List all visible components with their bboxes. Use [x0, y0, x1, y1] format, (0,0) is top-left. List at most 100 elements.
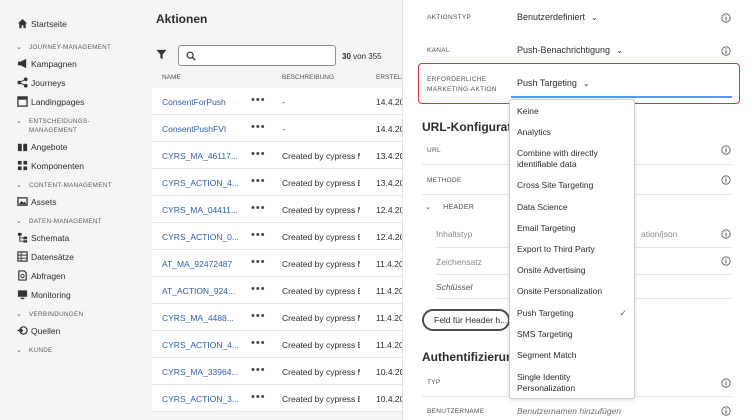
- action-name-link[interactable]: AT_MA_92472487: [162, 259, 244, 269]
- dropdown-option-label: Push Targeting: [517, 308, 574, 318]
- more-actions-button[interactable]: •••: [251, 94, 266, 106]
- marketing-action-picker[interactable]: Push Targeting ⌄: [517, 78, 590, 88]
- offer-icon: [17, 141, 28, 152]
- action-name-link[interactable]: CYRS_MA_33964...: [162, 367, 244, 377]
- more-actions-button[interactable]: •••: [251, 256, 266, 268]
- sidebar-item-landingpages[interactable]: Landingpages: [0, 92, 142, 111]
- more-actions-button[interactable]: •••: [251, 364, 266, 376]
- sidebar-item-assets[interactable]: Assets: [0, 192, 142, 211]
- more-actions-button[interactable]: •••: [251, 202, 266, 214]
- dropdown-option[interactable]: SMS Targeting: [510, 329, 634, 340]
- action-type-label: AKTIONSTYP: [427, 14, 472, 21]
- dropdown-option[interactable]: Onsite Personalization: [510, 286, 634, 297]
- more-actions-button[interactable]: •••: [251, 337, 266, 349]
- sidebar-section-decisioning[interactable]: ⌄ ENTSCHEIDUNGS-MANAGEMENT: [0, 117, 142, 135]
- action-name-link[interactable]: CYRS_ACTION_4...: [162, 178, 244, 188]
- info-icon[interactable]: [721, 175, 731, 185]
- more-actions-button[interactable]: •••: [251, 175, 266, 187]
- dropdown-option[interactable]: Single Identity Personalization: [510, 372, 634, 394]
- dropdown-option[interactable]: Push Targeting ✓: [510, 308, 634, 319]
- sidebar-item-journeys[interactable]: Journeys: [0, 73, 142, 92]
- dropdown-option[interactable]: Onsite Advertising: [510, 265, 634, 276]
- channel-select[interactable]: Push-Benachrichtigung ⌄: [517, 45, 623, 55]
- dropdown-option[interactable]: Combine with directly identifiable data: [510, 148, 634, 170]
- sidebar-item-quellen[interactable]: Quellen: [0, 321, 142, 340]
- sidebar-item-monitoring[interactable]: Monitoring: [0, 285, 142, 304]
- table-row[interactable]: CYRS_ACTION_3... ••• Created by cypress ES…: [152, 385, 402, 412]
- action-name-link[interactable]: CYRS_MA_46117...: [162, 151, 244, 161]
- sidebar-item-abfragen[interactable]: Abfragen: [0, 266, 142, 285]
- chevron-down-icon: ⌄: [16, 182, 23, 189]
- action-created-date: 11.4.2022: [376, 340, 402, 350]
- table-row[interactable]: ConsentPushFVI ••• - 14.4.2022: [152, 115, 402, 142]
- sidebar-item-datensaetze[interactable]: Datensätze: [0, 247, 142, 266]
- action-name-link[interactable]: AT_ACTION_924...: [162, 286, 244, 296]
- dropdown-option[interactable]: Cross Site Targeting: [510, 180, 634, 191]
- actions-table: ConsentForPush•••-14.4.2022ConsentPushFV…: [152, 88, 402, 412]
- table-row[interactable]: AT_MA_92472487 ••• Created by cypress MA 11…: [152, 250, 402, 277]
- table-row[interactable]: CYRS_ACTION_4... ••• Created by cypress ES…: [152, 169, 402, 196]
- sidebar-item-startseite[interactable]: Startseite: [0, 14, 142, 33]
- column-header-created[interactable]: ERSTELL: [376, 74, 405, 81]
- action-name-link[interactable]: CYRS_ACTION_3...: [162, 394, 244, 404]
- action-name-link[interactable]: CYRS_ACTION_4...: [162, 340, 244, 350]
- monitor-icon: [17, 290, 28, 300]
- table-row[interactable]: CYRS_ACTION_0... ••• Created by cypress ES…: [152, 223, 402, 250]
- sidebar-item-kampagnen[interactable]: Kampagnen: [0, 54, 142, 73]
- info-icon[interactable]: [721, 256, 731, 266]
- more-actions-button[interactable]: •••: [251, 121, 266, 133]
- info-icon[interactable]: [721, 229, 731, 239]
- action-name-link[interactable]: CYRS_MA_4488...: [162, 313, 244, 323]
- table-row[interactable]: ConsentForPush ••• - 14.4.2022: [152, 88, 402, 115]
- sidebar-section-journey[interactable]: ⌄ JOURNEY-MANAGEMENT: [0, 43, 142, 52]
- action-name-link[interactable]: CYRS_ACTION_0...: [162, 232, 244, 242]
- dropdown-option[interactable]: Segment Match: [510, 350, 634, 361]
- action-type-select[interactable]: Benutzerdefiniert ⌄: [517, 12, 598, 22]
- journey-icon: [17, 77, 28, 88]
- sidebar-section-customer[interactable]: ⌄ KUNDE: [0, 346, 142, 355]
- table-row[interactable]: CYRS_MA_04411... ••• Created by cypress MA…: [152, 196, 402, 223]
- sidebar-item-label: Startseite: [31, 18, 67, 29]
- action-created-date: 11.4.2022: [376, 313, 402, 323]
- dropdown-option[interactable]: Keine: [510, 106, 634, 117]
- more-actions-button[interactable]: •••: [251, 229, 266, 241]
- action-name-link[interactable]: CYRS_MA_04411...: [162, 205, 244, 215]
- header-toggle[interactable]: ⌄ HEADER: [425, 203, 474, 211]
- sidebar-section-connections[interactable]: ⌄ VERBINDUNGEN: [0, 310, 142, 319]
- info-icon[interactable]: [721, 378, 731, 388]
- more-actions-button[interactable]: •••: [251, 310, 266, 322]
- filter-icon[interactable]: [156, 49, 167, 60]
- add-header-field-button[interactable]: Feld für Header h...: [422, 309, 510, 331]
- more-actions-button[interactable]: •••: [251, 283, 266, 295]
- sidebar-item-label: Assets: [31, 196, 57, 207]
- dropdown-option[interactable]: Email Targeting: [510, 223, 634, 234]
- components-icon: [17, 160, 28, 171]
- sidebar-item-komponenten[interactable]: Komponenten: [0, 156, 142, 175]
- dropdown-option-label: Onsite Personalization: [517, 286, 603, 296]
- table-row[interactable]: CYRS_MA_4488... ••• Created by cypress MA 1…: [152, 304, 402, 331]
- action-name-link[interactable]: ConsentForPush: [162, 97, 244, 107]
- table-row[interactable]: AT_ACTION_924... ••• Created by cypress ES…: [152, 277, 402, 304]
- sidebar-section-content[interactable]: ⌄ CONTENT-MANAGEMENT: [0, 181, 142, 190]
- sidebar-item-angebote[interactable]: Angebote: [0, 137, 142, 156]
- column-header-name[interactable]: NAME: [162, 74, 181, 81]
- table-row[interactable]: CYRS_MA_46117... ••• Created by cypress MA…: [152, 142, 402, 169]
- action-name-link[interactable]: ConsentPushFVI: [162, 124, 244, 134]
- sidebar-section-data[interactable]: ⌄ DATEN-MANAGEMENT: [0, 217, 142, 226]
- more-actions-button[interactable]: •••: [251, 148, 266, 160]
- actions-list-view: Aktionen 30 von 355 NAME BESCHREIBUNG ER…: [142, 0, 405, 420]
- username-input[interactable]: Benutzernamen hinzufügen: [517, 406, 621, 416]
- dropdown-option[interactable]: Analytics: [510, 127, 634, 138]
- table-row[interactable]: CYRS_MA_33964... ••• Created by cypress MA…: [152, 358, 402, 385]
- dropdown-option[interactable]: Export to Third Party: [510, 244, 634, 255]
- info-icon[interactable]: [721, 46, 731, 56]
- dropdown-option[interactable]: Data Science: [510, 202, 634, 213]
- column-header-description[interactable]: BESCHREIBUNG: [282, 74, 334, 81]
- more-actions-button[interactable]: •••: [251, 391, 266, 403]
- search-input[interactable]: [178, 45, 336, 66]
- info-icon[interactable]: [721, 406, 731, 416]
- sidebar-item-schemata[interactable]: Schemata: [0, 228, 142, 247]
- info-icon[interactable]: [721, 145, 731, 155]
- table-row[interactable]: CYRS_ACTION_4... ••• Created by cypress ES…: [152, 331, 402, 358]
- info-icon[interactable]: [721, 13, 731, 23]
